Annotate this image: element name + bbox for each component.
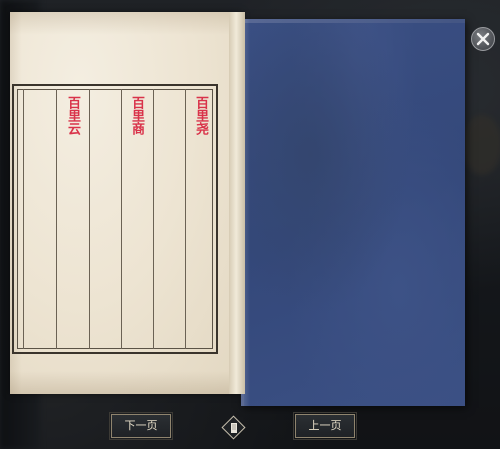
name-entry: 百里尧	[193, 96, 208, 135]
column-divider	[121, 89, 122, 349]
column-divider	[56, 89, 57, 349]
column-divider	[89, 89, 90, 349]
column-divider	[23, 89, 24, 349]
genealogy-table: 百里尧 百里商 百里云	[12, 84, 218, 354]
background-rock	[462, 115, 500, 175]
column-divider	[153, 89, 154, 349]
book-page-icon-button[interactable]	[221, 415, 246, 440]
close-x-icon	[476, 32, 490, 46]
close-button[interactable]	[471, 27, 495, 51]
column-divider	[185, 89, 186, 349]
previous-page-button[interactable]: 上一页	[293, 412, 357, 440]
book-page-icon	[231, 423, 237, 433]
game-scene: 百里尧 百里商 百里云 下一页 上一页	[0, 0, 500, 449]
name-entry: 百里商	[129, 96, 144, 135]
next-page-button[interactable]: 下一页	[109, 412, 173, 440]
book-right-cover	[241, 19, 465, 406]
name-entry: 百里云	[65, 96, 80, 135]
book-spine	[229, 12, 245, 394]
genealogy-table-inner-border	[17, 89, 213, 349]
